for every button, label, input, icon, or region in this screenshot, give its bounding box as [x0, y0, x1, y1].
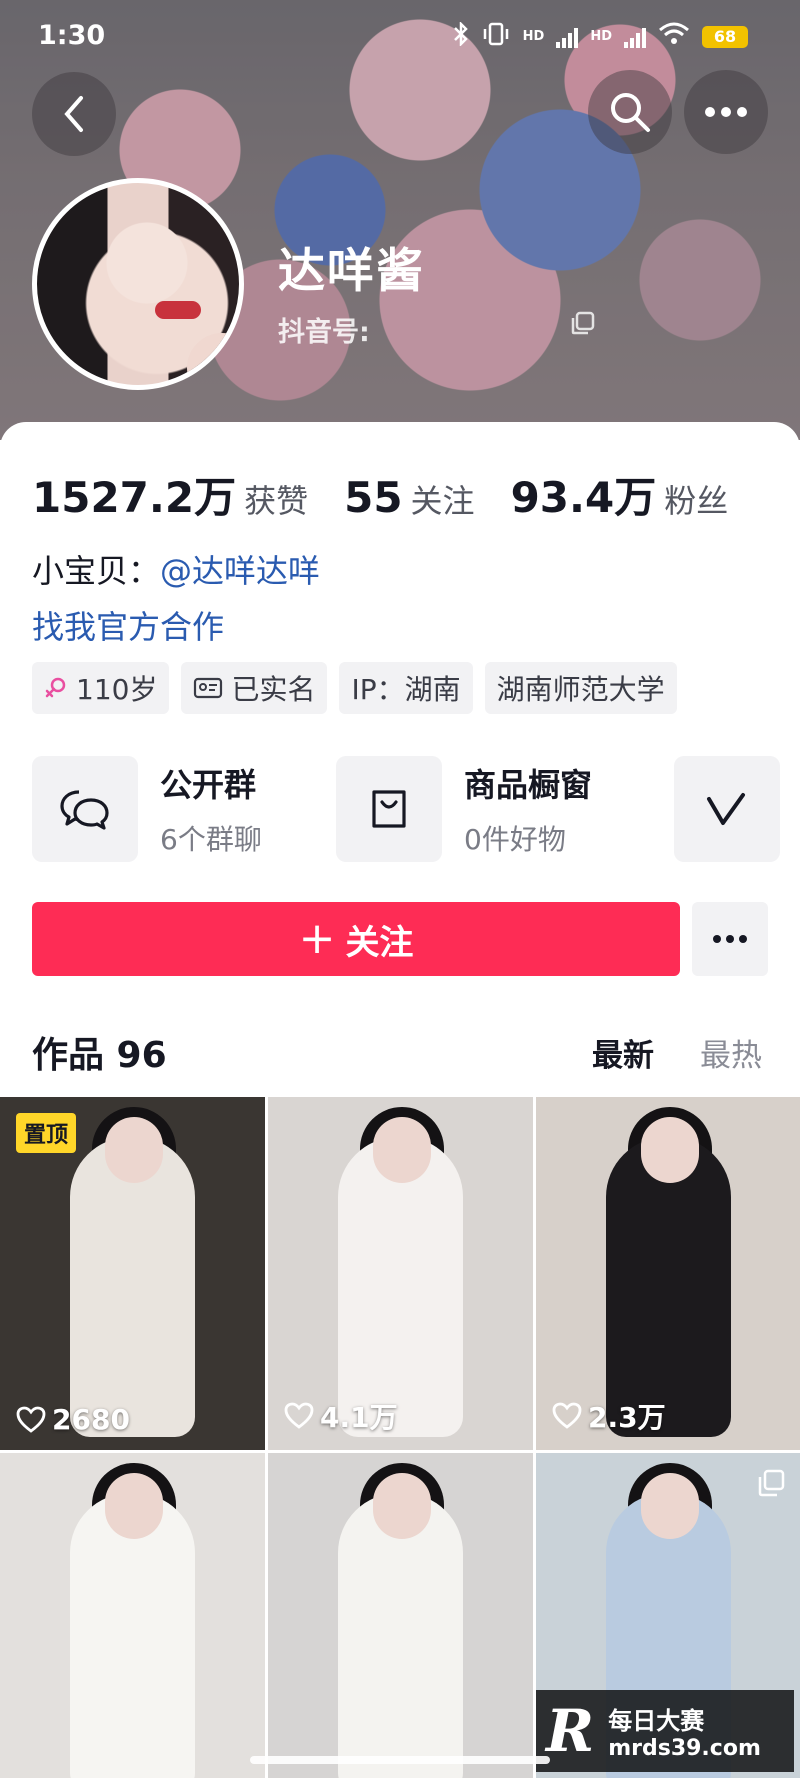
copy-icon[interactable]: [570, 310, 596, 340]
ellipsis-icon: [713, 935, 747, 943]
signal-icon-1: [556, 26, 579, 48]
sort-newest-tab[interactable]: 最新: [592, 1030, 654, 1075]
search-button[interactable]: [588, 70, 672, 154]
likes-label[interactable]: 获赞: [244, 476, 308, 522]
watermark-title: 每日大赛: [608, 1707, 705, 1735]
id-card-icon: [194, 677, 223, 699]
video-likes-count: 2.3万: [588, 1401, 666, 1434]
pinned-badge: 置顶: [16, 1113, 77, 1153]
v-logo-icon: [707, 793, 745, 825]
bluetooth-icon: [453, 20, 469, 51]
video-thumbnail[interactable]: 4.1万: [268, 1097, 533, 1450]
heart-icon: [552, 1402, 582, 1429]
video-likes-count: 2680: [52, 1403, 130, 1436]
avatar-detail: [187, 333, 239, 385]
thumbnail-figure: [641, 1117, 699, 1183]
sort-hottest-tab[interactable]: 最热: [700, 1030, 762, 1075]
shop-window-subtitle: 0件好物: [464, 823, 566, 856]
female-icon: [45, 677, 66, 698]
public-group-entry[interactable]: 公开群 6个群聊: [32, 754, 262, 864]
bio-mention-link[interactable]: @达咩达咩: [160, 552, 320, 590]
thumbnail-figure: [373, 1473, 431, 1539]
tag-ip-text: IP：湖南: [351, 673, 461, 706]
public-group-subtitle: 6个群聊: [160, 823, 262, 856]
home-indicator[interactable]: [250, 1756, 550, 1764]
video-likes: 2.3万: [552, 1396, 666, 1436]
following-label[interactable]: 关注: [411, 476, 475, 522]
profile-stats: 1527.2万 获赞 55 关注 93.4万 粉丝: [32, 464, 764, 525]
wifi-icon: [658, 22, 690, 51]
thumbnail-figure: [641, 1473, 699, 1539]
watermark-url: mrds39.com: [608, 1736, 761, 1761]
followers-label[interactable]: 粉丝: [664, 476, 728, 522]
status-time: 1:30: [38, 20, 106, 51]
douyin-id-label: 抖音号:: [278, 317, 370, 348]
back-button[interactable]: [32, 72, 116, 156]
avatar-detail: [155, 301, 201, 319]
plus-icon: +: [298, 913, 336, 964]
works-tab-title[interactable]: 作品 96: [32, 1026, 167, 1078]
likes-count[interactable]: 1527.2万: [32, 464, 236, 525]
v-entry[interactable]: [674, 754, 780, 864]
feature-entries: 公开群 6个群聊 商品橱窗 0件好物: [32, 754, 800, 864]
chat-group-icon: [60, 790, 109, 830]
shopping-bag-icon: [372, 790, 406, 828]
bio-cooperation-link[interactable]: 找我官方合作: [32, 602, 224, 648]
heart-icon: [284, 1402, 314, 1429]
followers-count[interactable]: 93.4万: [511, 464, 657, 525]
profile-nickname: 达咩酱: [278, 244, 425, 299]
avatar[interactable]: [32, 178, 244, 390]
public-group-title: 公开群: [160, 766, 257, 804]
watermark-logo: R: [546, 1697, 595, 1765]
watermark-text: 每日大赛 mrds39.com: [608, 1701, 761, 1761]
bio-prefix: 小宝贝：: [32, 552, 161, 590]
vibrate-icon: [481, 22, 511, 51]
tag-school-text: 湖南师范大学: [496, 673, 665, 706]
feature-icon-box: [336, 756, 442, 862]
video-thumbnail[interactable]: 2.3万: [536, 1097, 800, 1450]
status-bar: 1:30 HD HD 68: [0, 0, 800, 72]
signal-icon-2: [624, 26, 646, 48]
more-options-button[interactable]: [684, 70, 768, 154]
feature-icon-box: [32, 756, 138, 862]
ellipsis-icon: [705, 107, 747, 117]
feature-icon-box: [674, 756, 780, 862]
video-thumbnail[interactable]: 置顶 2680: [0, 1097, 265, 1450]
bio-line-1: 小宝贝：@达咩达咩: [32, 546, 320, 592]
following-count[interactable]: 55: [344, 473, 402, 522]
watermark: R 每日大赛 mrds39.com: [536, 1690, 794, 1772]
video-thumbnail[interactable]: [0, 1453, 265, 1778]
video-thumbnail[interactable]: [268, 1453, 533, 1778]
thumbnail-figure: [105, 1117, 163, 1183]
thumbnail-figure: [373, 1117, 431, 1183]
tag-school[interactable]: 湖南师范大学: [484, 662, 677, 714]
follow-label: 关注: [345, 922, 414, 963]
chevron-left-icon: [64, 96, 83, 132]
status-icons: HD HD 68: [453, 20, 748, 51]
tag-verified: 已实名: [181, 662, 328, 714]
network-label-1: HD: [522, 29, 545, 44]
tag-verified-text: 已实名: [231, 673, 316, 706]
thumbnail-figure: [105, 1473, 163, 1539]
image-set-icon: [757, 1469, 785, 1501]
tag-age-text: 110岁: [76, 673, 158, 706]
shop-window-entry[interactable]: 商品橱窗 0件好物: [336, 754, 592, 864]
tag-ip: IP：湖南: [339, 662, 473, 714]
heart-icon: [16, 1406, 46, 1433]
video-likes: 2680: [16, 1403, 130, 1436]
battery-icon: 68: [702, 25, 748, 48]
search-icon: [611, 93, 650, 132]
follow-more-button[interactable]: [692, 902, 768, 976]
profile-tags: 110岁 已实名 IP：湖南 湖南师范大学: [32, 662, 677, 714]
tag-age: 110岁: [32, 662, 170, 714]
network-label-2: HD: [590, 29, 612, 44]
follow-button[interactable]: + 关注: [32, 902, 680, 976]
video-likes: 4.1万: [284, 1396, 398, 1436]
shop-window-title: 商品橱窗: [464, 766, 593, 804]
video-likes-count: 4.1万: [320, 1401, 398, 1434]
